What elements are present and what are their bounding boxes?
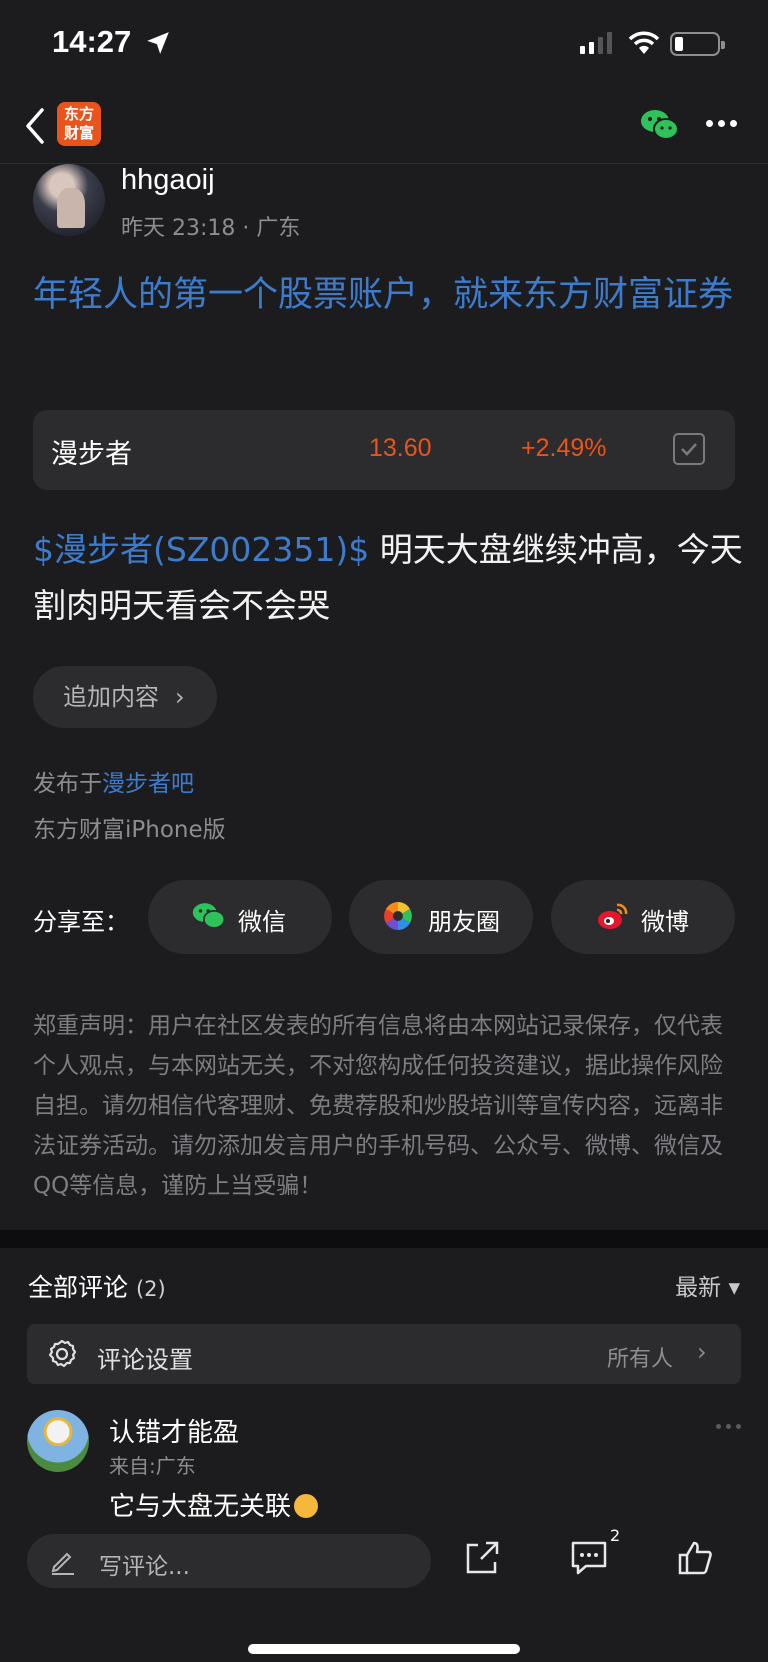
section-divider bbox=[0, 1230, 768, 1248]
client-info: 东方财富iPhone版 bbox=[33, 817, 226, 843]
bottom-action-bar: 写评论... 2 bbox=[0, 1520, 768, 1662]
add-watchlist-checkbox[interactable] bbox=[673, 433, 705, 465]
append-content-button[interactable]: 追加内容 › bbox=[33, 666, 217, 728]
cellular-signal-icon bbox=[580, 32, 612, 54]
share-weibo-button[interactable]: 微博 bbox=[551, 880, 735, 954]
weibo-icon bbox=[598, 903, 628, 929]
stock-bar-link[interactable]: 漫步者吧 bbox=[102, 771, 194, 797]
publish-info: 发布于漫步者吧 bbox=[33, 771, 194, 797]
eastmoney-logo: 东方 财富 bbox=[57, 102, 101, 146]
status-bar: 14:27 bbox=[0, 0, 768, 88]
commenter-location: 来自:广东 bbox=[109, 1454, 196, 1478]
thumbs-up-icon[interactable] bbox=[677, 1540, 713, 1576]
gear-icon bbox=[48, 1339, 77, 1368]
write-comment-input[interactable]: 写评论... bbox=[27, 1534, 431, 1588]
share-label: 分享至： bbox=[33, 908, 129, 936]
chevron-right-icon: › bbox=[175, 683, 185, 711]
stock-change: +2.49% bbox=[521, 434, 607, 462]
home-indicator[interactable] bbox=[248, 1644, 520, 1654]
emoji-icon bbox=[294, 1494, 319, 1518]
comments-header: 全部评论 (2) 最新 ▾ bbox=[28, 1264, 740, 1304]
wechat-icon bbox=[192, 903, 226, 929]
moments-icon bbox=[384, 902, 412, 930]
status-time: 14:27 bbox=[52, 24, 132, 59]
commenter-name[interactable]: 认错才能盈 bbox=[109, 1412, 239, 1449]
share-wechat-button[interactable]: 微信 bbox=[148, 880, 332, 954]
share-moments-button[interactable]: 朋友圈 bbox=[349, 880, 533, 954]
check-icon bbox=[681, 443, 697, 456]
comment-settings-row[interactable]: 评论设置 所有人 › bbox=[27, 1324, 741, 1384]
comments-count: (2) bbox=[135, 1277, 166, 1301]
wifi-icon bbox=[628, 31, 660, 54]
post-title[interactable]: 年轻人的第一个股票账户，就来东方财富证券 bbox=[33, 268, 743, 322]
comment-sort-dropdown[interactable]: 最新 ▾ bbox=[675, 1268, 740, 1302]
comment-item: 认错才能盈 来自:广东 它与大盘无关联 bbox=[27, 1410, 741, 1523]
stock-name: 漫步者 bbox=[51, 439, 132, 470]
comment-more-icon[interactable] bbox=[716, 1424, 741, 1429]
post-meta: 昨天 23:18 · 广东 bbox=[121, 216, 301, 241]
author-avatar[interactable] bbox=[33, 164, 105, 236]
stock-price: 13.60 bbox=[369, 434, 432, 462]
location-arrow-icon bbox=[147, 32, 169, 54]
share-row: 分享至： 微信 朋友圈 微博 bbox=[33, 880, 743, 954]
post-author: hhgaoij 昨天 23:18 · 广东 bbox=[33, 164, 733, 241]
more-options-icon[interactable] bbox=[706, 120, 737, 127]
back-chevron-icon[interactable] bbox=[20, 106, 50, 146]
commenter-avatar[interactable] bbox=[27, 1410, 89, 1472]
stock-card[interactable]: 漫步者 13.60 +2.49% bbox=[33, 410, 735, 490]
author-name[interactable]: hhgaoij bbox=[121, 164, 215, 197]
comments-title: 全部评论 (2) bbox=[28, 1273, 166, 1302]
comment-count-badge: 2 bbox=[610, 1526, 621, 1545]
wechat-icon[interactable] bbox=[640, 108, 680, 142]
pencil-icon bbox=[51, 1552, 74, 1575]
stock-tag-link[interactable]: $漫步者(SZ002351)$ bbox=[33, 530, 369, 569]
chevron-right-icon: › bbox=[697, 1338, 707, 1366]
comment-text: 它与大盘无关联 bbox=[109, 1486, 319, 1523]
post-body: $漫步者(SZ002351)$ 明天大盘继续冲高，今天割肉明天看会不会哭 bbox=[33, 522, 743, 634]
comment-icon[interactable] bbox=[570, 1540, 608, 1576]
battery-icon bbox=[670, 32, 725, 56]
disclaimer-text: 郑重声明：用户在社区发表的所有信息将由本网站记录保存，仅代表个人观点，与本网站无… bbox=[33, 1013, 723, 1199]
share-out-icon[interactable] bbox=[464, 1540, 500, 1576]
nav-bar: 东方 财富 bbox=[0, 88, 768, 164]
